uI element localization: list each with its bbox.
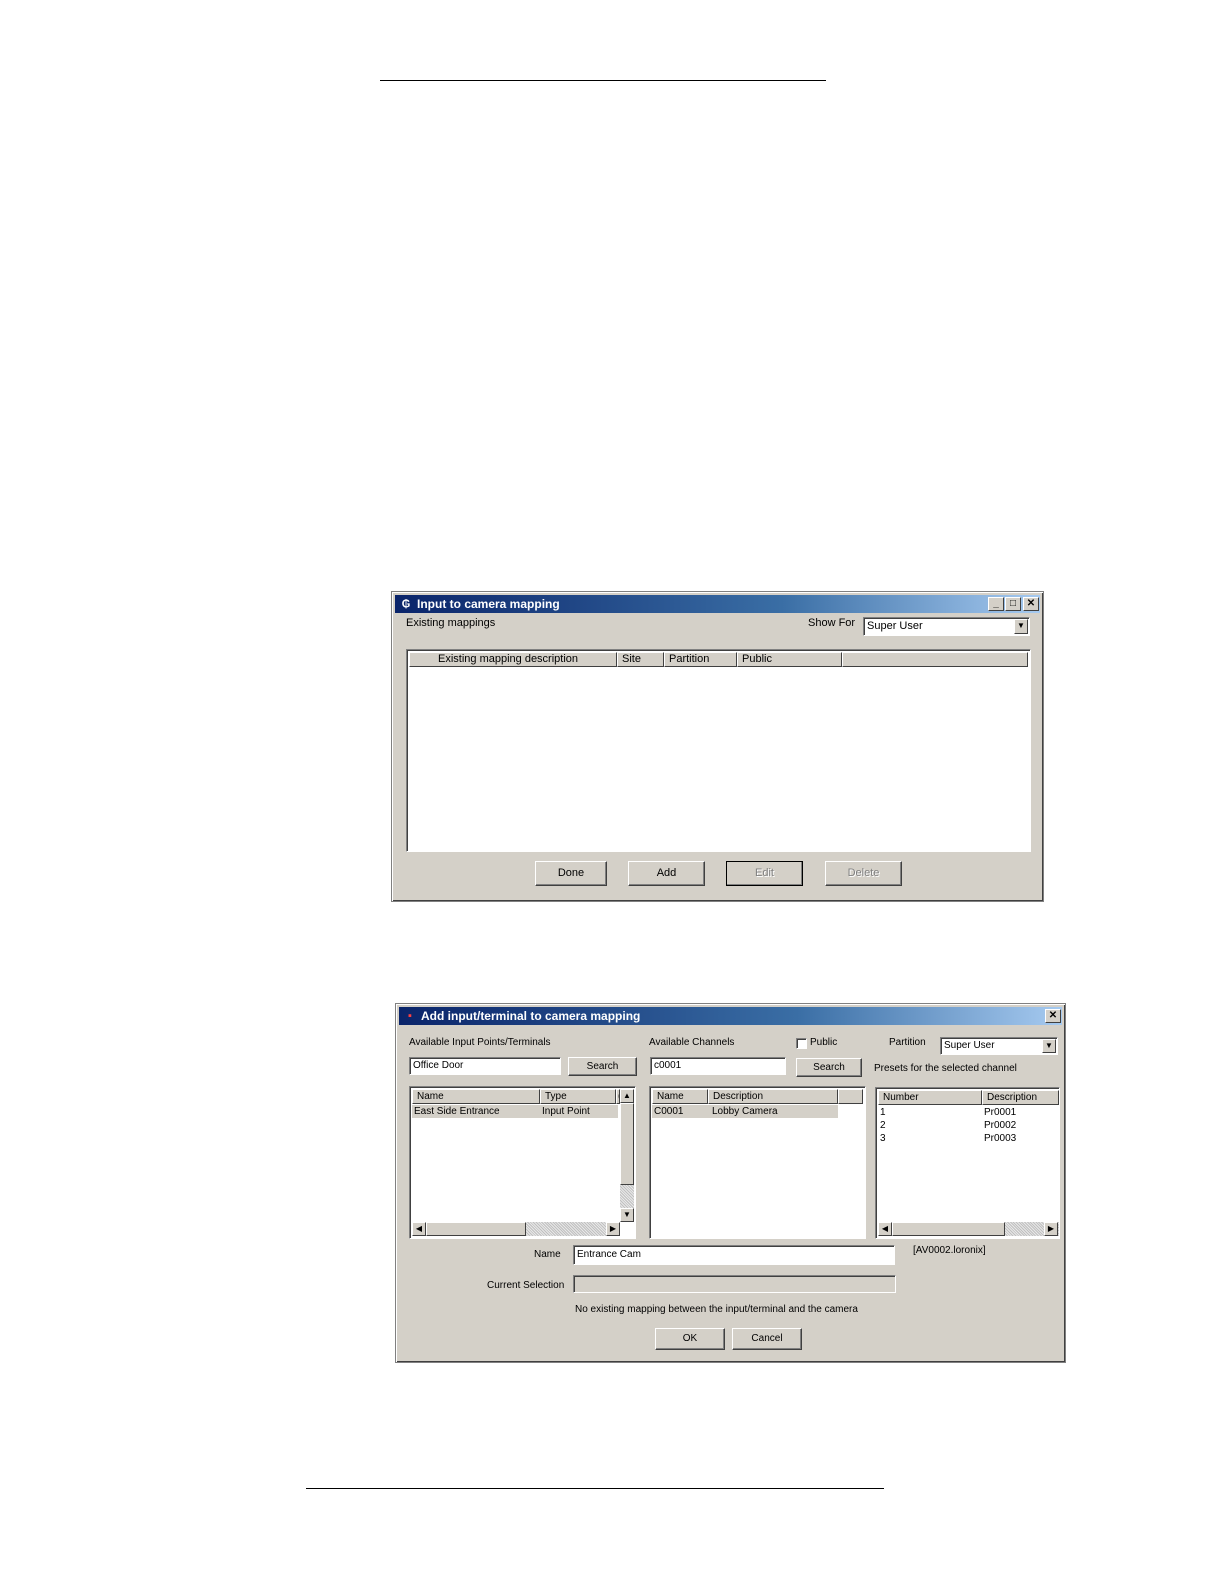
name-input[interactable]: Entrance Cam <box>573 1245 895 1265</box>
presets-list[interactable]: Number Description 1 Pr0001 2 Pr0002 3 P… <box>875 1087 1060 1239</box>
channels-search-input[interactable]: c0001 <box>650 1057 786 1075</box>
scroll-up-icon[interactable]: ▲ <box>620 1089 634 1103</box>
current-selection-field <box>573 1275 896 1293</box>
presets-label: Presets for the selected channel <box>874 1063 1017 1074</box>
preset-number-cell: 3 <box>880 1133 886 1144</box>
add-button[interactable]: Add <box>628 861 705 886</box>
chevron-down-icon[interactable]: ▼ <box>1042 1039 1056 1053</box>
edit-button[interactable]: Edit <box>726 861 803 886</box>
input-name-cell: East Side Entrance <box>414 1106 500 1117</box>
table-row[interactable]: C0001 Lobby Camera <box>652 1105 838 1118</box>
channel-description-cell: Lobby Camera <box>712 1106 778 1117</box>
window-title: Add input/terminal to camera mapping <box>421 1009 641 1023</box>
available-channels-label: Available Channels <box>649 1037 735 1048</box>
scroll-right-icon[interactable]: ▶ <box>1044 1222 1058 1236</box>
column-header-description[interactable]: Existing mapping description <box>409 652 617 667</box>
vertical-scroll-thumb[interactable] <box>620 1103 634 1185</box>
show-for-select[interactable]: Super User ▼ <box>863 617 1030 636</box>
preset-description-cell: Pr0001 <box>984 1107 1017 1118</box>
table-row[interactable]: 3 Pr0003 <box>878 1132 1058 1145</box>
header-rule <box>380 80 826 81</box>
column-header-description[interactable]: Description <box>982 1090 1059 1105</box>
public-checkbox[interactable] <box>796 1038 807 1049</box>
channel-name-cell: C0001 <box>654 1106 684 1117</box>
app-icon: ₲ <box>401 598 411 610</box>
channels-list[interactable]: Name Description C0001 Lobby Camera <box>649 1086 866 1239</box>
column-header-partition[interactable]: Partition <box>664 652 737 667</box>
column-header-number[interactable]: Number <box>878 1090 982 1105</box>
done-button[interactable]: Done <box>535 861 607 886</box>
partition-value: Super User <box>944 1040 995 1051</box>
input-to-camera-mapping-window: ₲ Input to camera mapping _ □ ✕ Existing… <box>391 591 1044 902</box>
column-header-filler <box>838 1089 863 1104</box>
inputs-search-value: Office Door <box>413 1060 464 1071</box>
partition-select[interactable]: Super User ▼ <box>940 1037 1058 1055</box>
app-icon: ▪ <box>408 1010 412 1022</box>
available-inputs-label: Available Input Points/Terminals <box>409 1037 551 1048</box>
name-value: Entrance Cam <box>577 1249 641 1260</box>
public-label: Public <box>810 1037 838 1048</box>
column-header-description[interactable]: Description <box>708 1089 838 1104</box>
preset-description-cell: Pr0003 <box>984 1133 1017 1144</box>
horizontal-scroll-thumb[interactable] <box>892 1222 1005 1236</box>
window-title: Input to camera mapping <box>417 597 560 611</box>
maximize-icon[interactable]: □ <box>1005 597 1021 611</box>
window-titlebar[interactable]: ₲ Input to camera mapping _ □ ✕ <box>395 595 1040 613</box>
existing-mappings-list[interactable]: Existing mapping description Site Partit… <box>406 649 1031 852</box>
scroll-down-icon[interactable]: ▼ <box>620 1208 634 1222</box>
ok-button[interactable]: OK <box>655 1328 725 1350</box>
column-header-type[interactable]: Type <box>540 1089 616 1104</box>
close-icon[interactable]: ✕ <box>1023 597 1039 611</box>
inputs-list[interactable]: Name Type ( East Side Entrance Input Poi… <box>409 1086 636 1239</box>
preset-description-cell: Pr0002 <box>984 1120 1017 1131</box>
channels-search-button[interactable]: Search <box>796 1058 862 1077</box>
current-selection-label: Current Selection <box>487 1280 565 1291</box>
column-header-filler <box>842 652 1028 667</box>
existing-mappings-label: Existing mappings <box>406 617 496 629</box>
footer-rule <box>306 1488 884 1489</box>
minimize-icon[interactable]: _ <box>988 597 1004 611</box>
horizontal-scroll-thumb[interactable] <box>426 1222 526 1236</box>
inputs-search-input[interactable]: Office Door <box>409 1057 561 1075</box>
column-header-site[interactable]: Site <box>617 652 664 667</box>
column-header-public[interactable]: Public <box>737 652 842 667</box>
add-input-terminal-mapping-window: ▪ Add input/terminal to camera mapping ✕… <box>395 1003 1066 1363</box>
preset-number-cell: 2 <box>880 1120 886 1131</box>
cancel-button[interactable]: Cancel <box>732 1328 802 1350</box>
inputs-search-button[interactable]: Search <box>568 1057 637 1076</box>
status-message: No existing mapping between the input/te… <box>575 1304 858 1315</box>
scroll-right-icon[interactable]: ▶ <box>606 1222 620 1236</box>
table-row[interactable]: 2 Pr0002 <box>878 1119 1058 1132</box>
column-header-name[interactable]: Name <box>412 1089 540 1104</box>
preset-number-cell: 1 <box>880 1107 886 1118</box>
chevron-down-icon[interactable]: ▼ <box>1014 619 1028 634</box>
column-header-name[interactable]: Name <box>652 1089 708 1104</box>
input-type-cell: Input Point <box>542 1106 590 1117</box>
show-for-value: Super User <box>867 620 923 632</box>
show-for-label: Show For <box>808 617 856 629</box>
server-tag: [AV0002.loronix] <box>913 1245 986 1256</box>
channels-search-value: c0001 <box>654 1060 682 1071</box>
window-titlebar[interactable]: ▪ Add input/terminal to camera mapping ✕ <box>399 1007 1062 1025</box>
table-row[interactable]: East Side Entrance Input Point <box>412 1105 618 1118</box>
name-label: Name <box>534 1249 561 1260</box>
delete-button[interactable]: Delete <box>825 861 902 886</box>
table-row[interactable]: 1 Pr0001 <box>878 1106 1058 1119</box>
scroll-left-icon[interactable]: ◀ <box>878 1222 892 1236</box>
partition-label: Partition <box>889 1037 926 1048</box>
close-icon[interactable]: ✕ <box>1045 1009 1061 1023</box>
scroll-left-icon[interactable]: ◀ <box>412 1222 426 1236</box>
